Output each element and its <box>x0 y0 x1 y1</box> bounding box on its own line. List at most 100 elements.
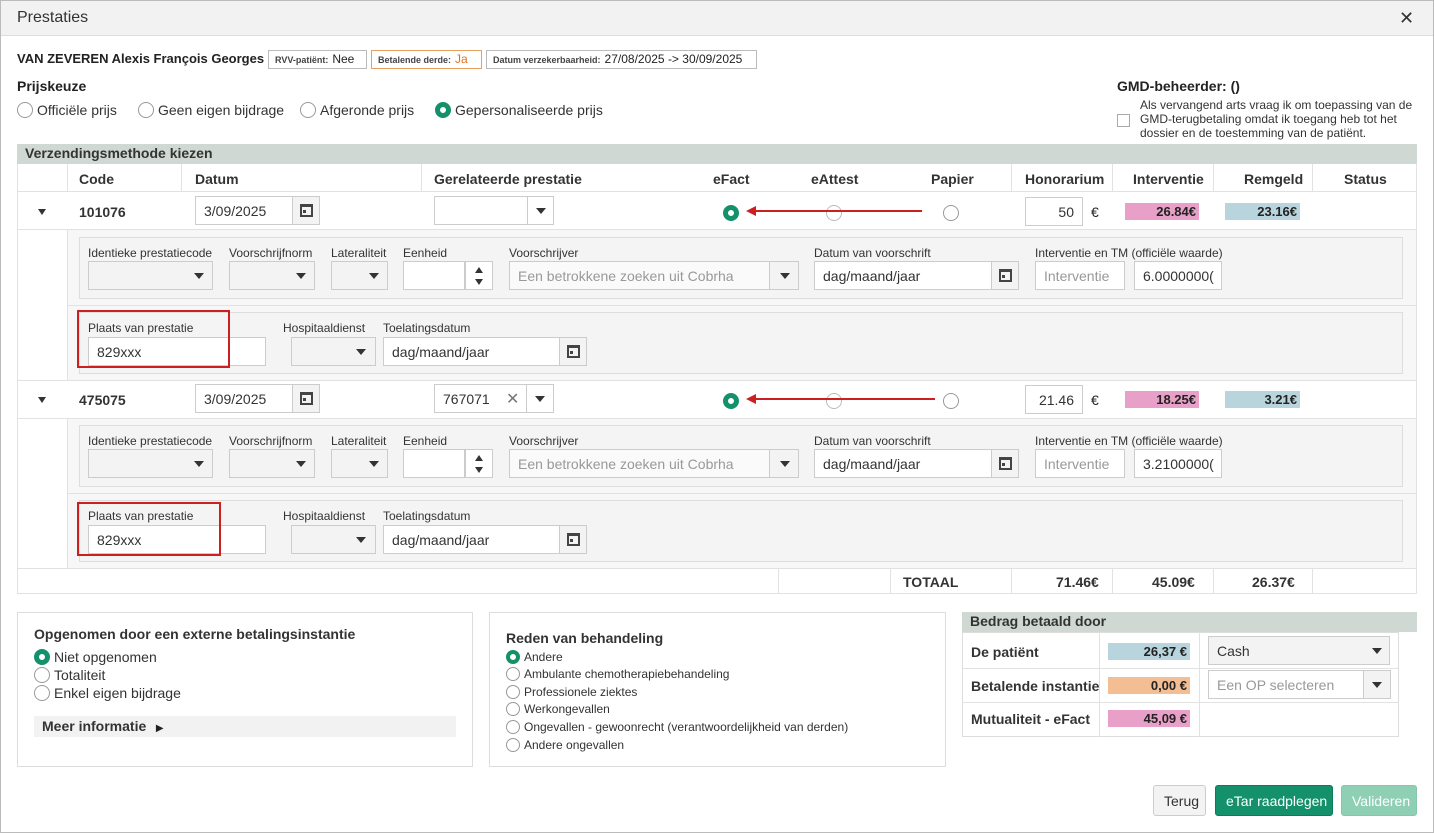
datum-voorschrift-input[interactable]: dag/maand/jaar <box>814 449 992 478</box>
row-divider <box>17 380 1417 381</box>
radio-icon <box>435 101 451 118</box>
identieke-label: Identieke prestatiecode <box>88 434 213 448</box>
hospitaal-select[interactable] <box>291 525 376 554</box>
op-select-input[interactable]: Een OP selecteren <box>1208 670 1364 699</box>
col-divider <box>67 164 68 192</box>
radio-papier[interactable] <box>943 392 959 409</box>
remgeld-badge: 3.21€ <box>1225 391 1300 408</box>
voorschrijver-input[interactable]: Een betrokkene zoeken uit Cobrha <box>509 261 770 290</box>
radio-totaliteit[interactable]: Totaliteit <box>34 666 105 683</box>
radio-enkel-eigen-bijdrage[interactable]: Enkel eigen bijdrage <box>34 684 181 701</box>
col-datum: Datum <box>195 171 239 187</box>
interventie-input[interactable]: Interventie <box>1035 449 1125 478</box>
voorschrijfnorm-select[interactable] <box>229 261 315 290</box>
radio-eattest[interactable] <box>826 204 842 221</box>
col-divider <box>1011 164 1012 192</box>
lateraliteit-select[interactable] <box>331 449 388 478</box>
eenheid-input[interactable] <box>403 261 465 290</box>
identieke-select[interactable] <box>88 261 213 290</box>
calendar-icon <box>567 533 580 546</box>
col-divider <box>1312 569 1313 594</box>
datum-voorschrift-label: Datum van voorschrift <box>814 434 931 448</box>
radio-niet-opgenomen[interactable]: Niet opgenomen <box>34 648 157 665</box>
betalende-badge: Betalende derde: Ja <box>371 50 482 69</box>
radio-reden-ongevallen-gewoonrecht[interactable]: Ongevallen - gewoonrecht (verantwoordeli… <box>506 718 848 734</box>
clear-icon[interactable]: ✕ <box>506 389 519 409</box>
voorschrijfnorm-label: Voorschrijfnorm <box>229 246 313 260</box>
annotation-arrow <box>755 210 922 212</box>
row-expand-icon[interactable] <box>38 209 46 215</box>
radio-afgeronde[interactable]: Afgeronde prijs <box>300 101 414 118</box>
calendar-button[interactable] <box>292 196 320 225</box>
close-icon[interactable]: ✕ <box>1399 8 1414 29</box>
tm-input[interactable]: 3.2100000( <box>1134 449 1222 478</box>
calendar-button[interactable] <box>292 384 320 413</box>
col-efact: eFact <box>713 171 750 187</box>
radio-geen-eigen-bijdrage[interactable]: Geen eigen bijdrage <box>138 101 284 118</box>
toelating-input[interactable]: dag/maand/jaar <box>383 337 561 366</box>
radio-efact[interactable] <box>723 204 739 221</box>
betaalmethode-select[interactable]: Cash <box>1208 636 1390 665</box>
gerelateerde-dropdown[interactable] <box>526 384 554 413</box>
identieke-label: Identieke prestatiecode <box>88 246 213 260</box>
radio-icon <box>506 666 520 681</box>
remgeld-badge: 23.16€ <box>1225 203 1300 220</box>
radio-eattest[interactable] <box>826 392 842 409</box>
betaald-mutualiteit-label: Mutualiteit - eFact <box>971 711 1091 727</box>
voorschrijver-dropdown[interactable] <box>769 261 799 290</box>
radio-reden-chemo[interactable]: Ambulante chemotherapiebehandeling <box>506 665 729 681</box>
chevron-up-icon <box>475 455 483 461</box>
voorschrijver-input[interactable]: Een betrokkene zoeken uit Cobrha <box>509 449 770 478</box>
calendar-button[interactable] <box>991 449 1019 478</box>
row-datum-input[interactable]: 3/09/2025 <box>195 196 293 225</box>
op-select-dropdown[interactable] <box>1363 670 1391 699</box>
tm-input[interactable]: 6.0000000( <box>1134 261 1222 290</box>
identieke-select[interactable] <box>88 449 213 478</box>
betalende-label: Betalende derde: <box>378 55 452 65</box>
radio-reden-werkongevallen[interactable]: Werkongevallen <box>506 700 610 716</box>
voorschrijver-label: Voorschrijver <box>509 434 579 448</box>
radio-icon <box>943 204 959 221</box>
radio-officiele[interactable]: Officiële prijs <box>17 101 117 118</box>
gmd-checkbox[interactable] <box>1117 114 1130 127</box>
terug-button[interactable]: Terug <box>1153 785 1206 816</box>
reden-title: Reden van behandeling <box>506 630 664 646</box>
calendar-button[interactable] <box>991 261 1019 290</box>
radio-icon <box>17 101 33 118</box>
radio-reden-andere-ongevallen[interactable]: Andere ongevallen <box>506 736 624 752</box>
voorschrijver-dropdown[interactable] <box>769 449 799 478</box>
betaald-instantie-value: 0,00 € <box>1108 677 1190 694</box>
eenheid-stepper[interactable] <box>465 449 493 478</box>
radio-gepersonaliseerde[interactable]: Gepersonaliseerde prijs <box>435 101 603 118</box>
etar-button[interactable]: eTar raadplegen <box>1215 785 1333 816</box>
hospitaal-select[interactable] <box>291 337 376 366</box>
interventie-input[interactable]: Interventie <box>1035 261 1125 290</box>
radio-papier[interactable] <box>943 204 959 221</box>
lateraliteit-select[interactable] <box>331 261 388 290</box>
toelating-label: Toelatingsdatum <box>383 509 471 523</box>
eenheid-input[interactable] <box>403 449 465 478</box>
chevron-down-icon <box>780 461 790 467</box>
honorarium-input[interactable]: 21.46 <box>1025 385 1083 414</box>
col-divider <box>1213 569 1214 594</box>
gmd-checkbox-text: Als vervangend arts vraag ik om toepassi… <box>1140 98 1416 140</box>
row-datum-input[interactable]: 3/09/2025 <box>195 384 293 413</box>
radio-reden-andere[interactable]: Andere <box>506 648 563 664</box>
meer-informatie-toggle[interactable]: Meer informatie ▶ <box>34 716 456 737</box>
calendar-button[interactable] <box>559 525 587 554</box>
toelating-input[interactable]: dag/maand/jaar <box>383 525 561 554</box>
radio-icon <box>34 648 50 665</box>
header-divider <box>17 191 1417 192</box>
calendar-button[interactable] <box>559 337 587 366</box>
radio-reden-ziektes[interactable]: Professionele ziektes <box>506 683 637 699</box>
datum-voorschrift-input[interactable]: dag/maand/jaar <box>814 261 992 290</box>
radio-efact[interactable] <box>723 392 739 409</box>
valideren-button[interactable]: Valideren <box>1341 785 1417 816</box>
chevron-down-icon <box>296 461 306 467</box>
row-expand-icon[interactable] <box>38 397 46 403</box>
voorschrijfnorm-select[interactable] <box>229 449 315 478</box>
gerelateerde-select[interactable] <box>434 196 554 225</box>
eenheid-stepper[interactable] <box>465 261 493 290</box>
totaal-label: TOTAAL <box>903 574 959 590</box>
honorarium-input[interactable]: 50 <box>1025 197 1083 226</box>
